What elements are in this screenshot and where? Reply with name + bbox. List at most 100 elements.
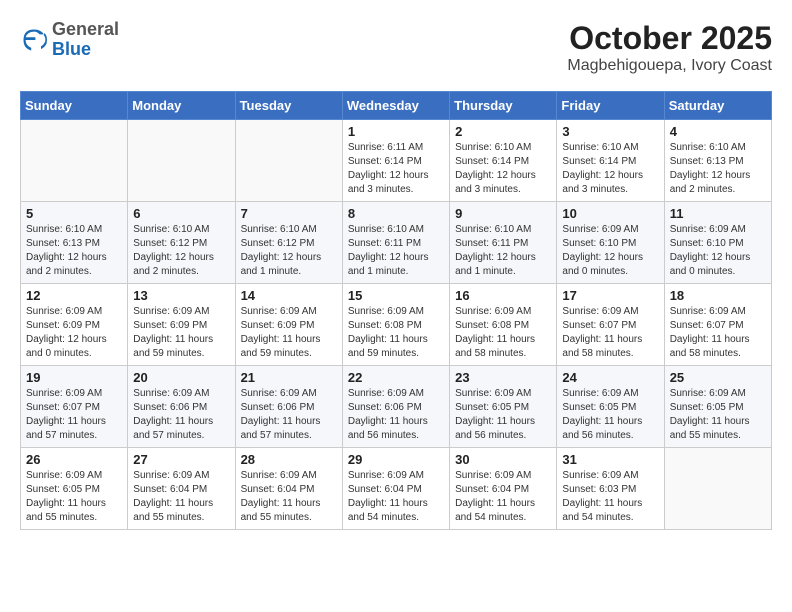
- day-number: 28: [241, 452, 337, 467]
- day-number: 3: [562, 124, 658, 139]
- day-number: 5: [26, 206, 122, 221]
- day-cell: 7 Sunrise: 6:10 AM Sunset: 6:12 PM Daylig…: [235, 202, 342, 284]
- day-info: Sunrise: 6:09 AM Sunset: 6:04 PM Dayligh…: [348, 469, 444, 525]
- day-cell: 1 Sunrise: 6:11 AM Sunset: 6:14 PM Daylig…: [342, 120, 449, 202]
- logo-blue: Blue: [52, 40, 119, 60]
- day-number: 21: [241, 370, 337, 385]
- day-info: Sunrise: 6:09 AM Sunset: 6:05 PM Dayligh…: [562, 387, 658, 443]
- day-cell: 2Sunrise: 6:10 AM Sunset: 6:14 PM Daylig…: [450, 120, 557, 202]
- weekday-header-sunday: Sunday: [21, 92, 128, 120]
- weekday-header-saturday: Saturday: [664, 92, 771, 120]
- day-number: 25: [670, 370, 766, 385]
- weekday-header-tuesday: Tuesday: [235, 92, 342, 120]
- day-cell: 17 Sunrise: 6:09 AM Sunset: 6:07 PM Dayli…: [557, 284, 664, 366]
- week-row-1: 1 Sunrise: 6:11 AM Sunset: 6:14 PM Daylig…: [21, 120, 772, 202]
- day-info: Sunrise: 6:09 AM Sunset: 6:07 PM Dayligh…: [26, 387, 122, 443]
- weekday-header-friday: Friday: [557, 92, 664, 120]
- day-number: 13: [133, 288, 229, 303]
- day-number: 19: [26, 370, 122, 385]
- day-cell: 19 Sunrise: 6:09 AM Sunset: 6:07 PM Dayli…: [21, 366, 128, 448]
- weekday-header-monday: Monday: [128, 92, 235, 120]
- day-cell: 25 Sunrise: 6:09 AM Sunset: 6:05 PM Dayli…: [664, 366, 771, 448]
- week-row-2: 5 Sunrise: 6:10 AM Sunset: 6:13 PM Daylig…: [21, 202, 772, 284]
- day-number: 31: [562, 452, 658, 467]
- logo-text: General Blue: [52, 20, 119, 60]
- day-info: Sunrise: 6:09 AM Sunset: 6:05 PM Dayligh…: [455, 387, 551, 443]
- day-number: 10: [562, 206, 658, 221]
- day-cell: 6 Sunrise: 6:10 AM Sunset: 6:12 PM Daylig…: [128, 202, 235, 284]
- day-info: Sunrise: 6:09 AM Sunset: 6:04 PM Dayligh…: [241, 469, 337, 525]
- weekday-header-thursday: Thursday: [450, 92, 557, 120]
- day-info: Sunrise: 6:09 AM Sunset: 6:04 PM Dayligh…: [455, 469, 551, 525]
- day-cell: 29 Sunrise: 6:09 AM Sunset: 6:04 PM Dayli…: [342, 448, 449, 530]
- day-cell: 13 Sunrise: 6:09 AM Sunset: 6:09 PM Dayli…: [128, 284, 235, 366]
- day-cell: [128, 120, 235, 202]
- day-number: 1: [348, 124, 444, 139]
- day-number: 18: [670, 288, 766, 303]
- weekday-header-row: SundayMondayTuesdayWednesdayThursdayFrid…: [21, 92, 772, 120]
- day-number: 24: [562, 370, 658, 385]
- day-cell: [21, 120, 128, 202]
- day-info: Sunrise: 6:10 AM Sunset: 6:11 PM Dayligh…: [348, 223, 444, 279]
- day-info: Sunrise: 6:09 AM Sunset: 6:08 PM Dayligh…: [455, 305, 551, 361]
- location: Magbehigouepa, Ivory Coast: [567, 57, 772, 75]
- calendar: SundayMondayTuesdayWednesdayThursdayFrid…: [20, 91, 772, 530]
- day-cell: 14Sunrise: 6:09 AM Sunset: 6:09 PM Dayli…: [235, 284, 342, 366]
- day-info: Sunrise: 6:10 AM Sunset: 6:11 PM Dayligh…: [455, 223, 551, 279]
- day-info: Sunrise: 6:11 AM Sunset: 6:14 PM Dayligh…: [348, 141, 444, 197]
- day-info: Sunrise: 6:09 AM Sunset: 6:04 PM Dayligh…: [133, 469, 229, 525]
- day-cell: 3Sunrise: 6:10 AM Sunset: 6:14 PM Daylig…: [557, 120, 664, 202]
- day-info: Sunrise: 6:10 AM Sunset: 6:14 PM Dayligh…: [455, 141, 551, 197]
- day-number: 23: [455, 370, 551, 385]
- title-block: October 2025 Magbehigouepa, Ivory Coast: [567, 20, 772, 75]
- day-cell: 23 Sunrise: 6:09 AM Sunset: 6:05 PM Dayli…: [450, 366, 557, 448]
- day-info: Sunrise: 6:10 AM Sunset: 6:13 PM Dayligh…: [26, 223, 122, 279]
- day-cell: 16Sunrise: 6:09 AM Sunset: 6:08 PM Dayli…: [450, 284, 557, 366]
- day-info: Sunrise: 6:09 AM Sunset: 6:05 PM Dayligh…: [670, 387, 766, 443]
- day-info: Sunrise: 6:09 AM Sunset: 6:09 PM Dayligh…: [133, 305, 229, 361]
- page-header: General Blue October 2025 Magbehigouepa,…: [20, 20, 772, 75]
- day-number: 11: [670, 206, 766, 221]
- day-cell: 28 Sunrise: 6:09 AM Sunset: 6:04 PM Dayli…: [235, 448, 342, 530]
- day-cell: 30Sunrise: 6:09 AM Sunset: 6:04 PM Dayli…: [450, 448, 557, 530]
- day-number: 6: [133, 206, 229, 221]
- day-cell: 12 Sunrise: 6:09 AM Sunset: 6:09 PM Dayli…: [21, 284, 128, 366]
- day-number: 12: [26, 288, 122, 303]
- day-number: 9: [455, 206, 551, 221]
- week-row-5: 26Sunrise: 6:09 AM Sunset: 6:05 PM Dayli…: [21, 448, 772, 530]
- day-cell: 24 Sunrise: 6:09 AM Sunset: 6:05 PM Dayli…: [557, 366, 664, 448]
- day-cell: 11 Sunrise: 6:09 AM Sunset: 6:10 PM Dayli…: [664, 202, 771, 284]
- day-info: Sunrise: 6:09 AM Sunset: 6:10 PM Dayligh…: [670, 223, 766, 279]
- day-info: Sunrise: 6:09 AM Sunset: 6:03 PM Dayligh…: [562, 469, 658, 525]
- day-info: Sunrise: 6:09 AM Sunset: 6:10 PM Dayligh…: [562, 223, 658, 279]
- day-info: Sunrise: 6:10 AM Sunset: 6:12 PM Dayligh…: [133, 223, 229, 279]
- day-number: 4: [670, 124, 766, 139]
- day-cell: 4 Sunrise: 6:10 AM Sunset: 6:13 PM Daylig…: [664, 120, 771, 202]
- day-number: 8: [348, 206, 444, 221]
- day-number: 22: [348, 370, 444, 385]
- day-cell: 10 Sunrise: 6:09 AM Sunset: 6:10 PM Dayli…: [557, 202, 664, 284]
- day-number: 17: [562, 288, 658, 303]
- weekday-header-wednesday: Wednesday: [342, 92, 449, 120]
- day-cell: 20Sunrise: 6:09 AM Sunset: 6:06 PM Dayli…: [128, 366, 235, 448]
- day-info: Sunrise: 6:09 AM Sunset: 6:06 PM Dayligh…: [133, 387, 229, 443]
- day-number: 7: [241, 206, 337, 221]
- day-cell: 15Sunrise: 6:09 AM Sunset: 6:08 PM Dayli…: [342, 284, 449, 366]
- day-info: Sunrise: 6:09 AM Sunset: 6:09 PM Dayligh…: [26, 305, 122, 361]
- day-cell: 27 Sunrise: 6:09 AM Sunset: 6:04 PM Dayli…: [128, 448, 235, 530]
- day-info: Sunrise: 6:09 AM Sunset: 6:09 PM Dayligh…: [241, 305, 337, 361]
- day-number: 29: [348, 452, 444, 467]
- day-cell: 31 Sunrise: 6:09 AM Sunset: 6:03 PM Dayli…: [557, 448, 664, 530]
- month-title: October 2025: [567, 20, 772, 57]
- day-info: Sunrise: 6:10 AM Sunset: 6:13 PM Dayligh…: [670, 141, 766, 197]
- day-number: 27: [133, 452, 229, 467]
- day-info: Sunrise: 6:10 AM Sunset: 6:12 PM Dayligh…: [241, 223, 337, 279]
- day-info: Sunrise: 6:09 AM Sunset: 6:07 PM Dayligh…: [562, 305, 658, 361]
- logo: General Blue: [20, 20, 119, 60]
- day-number: 15: [348, 288, 444, 303]
- week-row-4: 19 Sunrise: 6:09 AM Sunset: 6:07 PM Dayli…: [21, 366, 772, 448]
- logo-general: General: [52, 20, 119, 40]
- day-info: Sunrise: 6:09 AM Sunset: 6:05 PM Dayligh…: [26, 469, 122, 525]
- day-info: Sunrise: 6:09 AM Sunset: 6:07 PM Dayligh…: [670, 305, 766, 361]
- week-row-3: 12 Sunrise: 6:09 AM Sunset: 6:09 PM Dayli…: [21, 284, 772, 366]
